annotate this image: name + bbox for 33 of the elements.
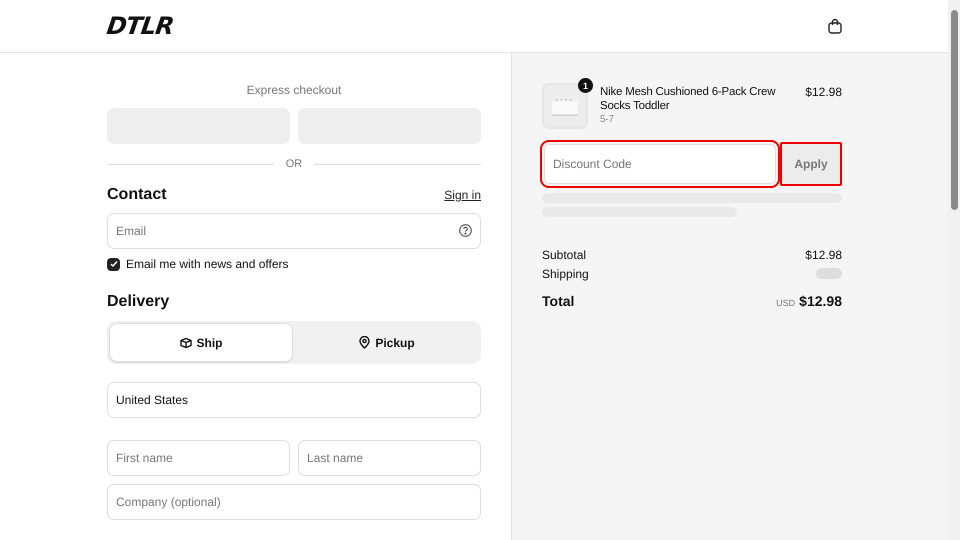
summary-value: $12.98 [805, 248, 842, 262]
delivery-tab[interactable]: Pickup [296, 324, 478, 361]
summary-label: Subtotal [542, 248, 586, 262]
text-field[interactable]: Company (optional) [107, 484, 481, 520]
text-field[interactable]: United States [107, 382, 481, 418]
checkbox-label: Email me with news and offers [126, 257, 289, 271]
summary-label: Shipping [542, 266, 589, 280]
checkbox[interactable] [107, 258, 120, 270]
text-field[interactable]: First name [107, 440, 290, 476]
divider-label: OR [286, 158, 302, 170]
delivery-tab[interactable]: Ship [110, 324, 292, 361]
section-heading: Contact [107, 186, 167, 204]
text-field[interactable]: Last name [298, 440, 481, 476]
quantity-badge: 1 [578, 78, 593, 93]
logo[interactable]: DTLR [105, 12, 176, 40]
apply-button[interactable]: Apply [780, 142, 842, 186]
help-icon[interactable] [459, 224, 472, 237]
total-label: Total [542, 292, 574, 308]
currency-code: USD [776, 298, 796, 308]
checkmark-icon [110, 260, 118, 268]
sign-in-link[interactable]: Sign in [444, 188, 481, 202]
section-label: Express checkout [246, 83, 342, 97]
location-pin-icon [359, 336, 370, 349]
section-heading: Delivery [107, 293, 170, 311]
total-value: $12.98 [799, 292, 842, 308]
box-icon [180, 336, 192, 348]
loading-placeholder [816, 268, 842, 279]
product-price: $12.98 [805, 84, 842, 99]
shopping-bag-icon[interactable] [828, 18, 842, 34]
product-variant: 5-7 [600, 113, 615, 127]
email-field[interactable]: Email [107, 213, 481, 249]
scrollbar[interactable] [948, 0, 960, 540]
product-name: Nike Mesh Cushioned 6-Pack Crew Socks Toddler [600, 85, 776, 113]
